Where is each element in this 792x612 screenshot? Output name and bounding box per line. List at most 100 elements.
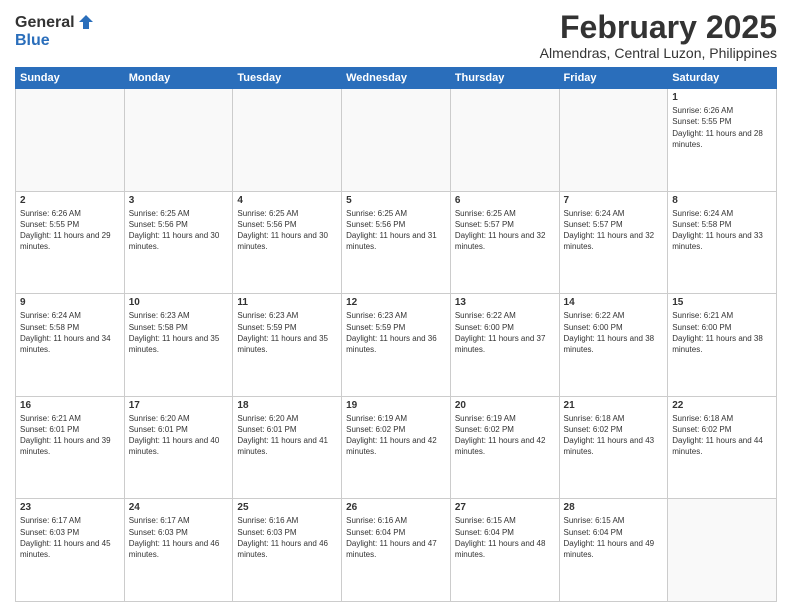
- table-row: 25 Sunrise: 6:16 AM Sunset: 6:03 PM Dayli…: [233, 499, 342, 602]
- table-row: 26Sunrise: 6:16 AM Sunset: 6:04 PM Dayli…: [342, 499, 451, 602]
- table-row: 19 Sunrise: 6:19 AM Sunset: 6:02 PM Dayli…: [342, 396, 451, 499]
- table-row: 4 Sunrise: 6:25 AM Sunset: 5:56 PM Daylig…: [233, 191, 342, 294]
- day-info: Sunrise: 6:24 AM Sunset: 5:58 PM Dayligh…: [672, 208, 772, 253]
- day-info: Sunrise: 6:20 AM Sunset: 6:01 PM Dayligh…: [129, 413, 229, 458]
- day-number: 19: [346, 400, 446, 411]
- day-number: 2: [20, 195, 120, 206]
- day-number: 11: [237, 297, 337, 308]
- logo-icon: [77, 13, 95, 31]
- day-info: Sunrise: 6:16 AM Sunset: 6:04 PM Dayligh…: [346, 515, 446, 560]
- table-row: 22 Sunrise: 6:18 AM Sunset: 6:02 PM Dayli…: [668, 396, 777, 499]
- table-row: [124, 89, 233, 192]
- table-row: 18Sunrise: 6:20 AM Sunset: 6:01 PM Dayli…: [233, 396, 342, 499]
- day-number: 16: [20, 400, 120, 411]
- day-info: Sunrise: 6:20 AM Sunset: 6:01 PM Dayligh…: [237, 413, 337, 458]
- table-row: 11 Sunrise: 6:23 AM Sunset: 5:59 PM Dayli…: [233, 294, 342, 397]
- table-row: 27 Sunrise: 6:15 AM Sunset: 6:04 PM Dayli…: [450, 499, 559, 602]
- day-number: 10: [129, 297, 229, 308]
- day-number: 25: [237, 502, 337, 513]
- header-tuesday: Tuesday: [233, 68, 342, 89]
- header-wednesday: Wednesday: [342, 68, 451, 89]
- table-row: [16, 89, 125, 192]
- table-row: 15 Sunrise: 6:21 AM Sunset: 6:00 PM Dayli…: [668, 294, 777, 397]
- day-number: 6: [455, 195, 555, 206]
- day-info: Sunrise: 6:15 AM Sunset: 6:04 PM Dayligh…: [564, 515, 664, 560]
- title-block: February 2025 Almendras, Central Luzon, …: [540, 10, 777, 61]
- day-info: Sunrise: 6:15 AM Sunset: 6:04 PM Dayligh…: [455, 515, 555, 560]
- day-number: 13: [455, 297, 555, 308]
- day-info: Sunrise: 6:19 AM Sunset: 6:02 PM Dayligh…: [346, 413, 446, 458]
- table-row: [450, 89, 559, 192]
- table-row: 8Sunrise: 6:24 AM Sunset: 5:58 PM Daylig…: [668, 191, 777, 294]
- table-row: 6Sunrise: 6:25 AM Sunset: 5:57 PM Daylig…: [450, 191, 559, 294]
- logo-general: General: [15, 14, 75, 32]
- day-number: 1: [672, 92, 772, 103]
- table-row: 3 Sunrise: 6:25 AM Sunset: 5:56 PM Daylig…: [124, 191, 233, 294]
- day-info: Sunrise: 6:17 AM Sunset: 6:03 PM Dayligh…: [129, 515, 229, 560]
- day-info: Sunrise: 6:19 AM Sunset: 6:02 PM Dayligh…: [455, 413, 555, 458]
- table-row: 24 Sunrise: 6:17 AM Sunset: 6:03 PM Dayli…: [124, 499, 233, 602]
- table-row: 23Sunrise: 6:17 AM Sunset: 6:03 PM Dayli…: [16, 499, 125, 602]
- table-row: 7Sunrise: 6:24 AM Sunset: 5:57 PM Daylig…: [559, 191, 668, 294]
- day-info: Sunrise: 6:25 AM Sunset: 5:56 PM Dayligh…: [237, 208, 337, 253]
- header-friday: Friday: [559, 68, 668, 89]
- table-row: 5Sunrise: 6:25 AM Sunset: 5:56 PM Daylig…: [342, 191, 451, 294]
- day-number: 9: [20, 297, 120, 308]
- day-info: Sunrise: 6:23 AM Sunset: 5:58 PM Dayligh…: [129, 310, 229, 355]
- day-number: 15: [672, 297, 772, 308]
- calendar-week-row: 23 Sunrise: 6:17 AM Sunset: 6:03 PM Dayli…: [16, 499, 777, 602]
- day-info: Sunrise: 6:22 AM Sunset: 6:00 PM Dayligh…: [564, 310, 664, 355]
- day-number: 23: [20, 502, 120, 513]
- calendar-week-row: 2Sunrise: 6:26 AM Sunset: 5:55 PM Daylig…: [16, 191, 777, 294]
- table-row: 28Sunrise: 6:15 AM Sunset: 6:04 PM Dayli…: [559, 499, 668, 602]
- table-row: 16 Sunrise: 6:21 AM Sunset: 6:01 PM Dayli…: [16, 396, 125, 499]
- day-number: 5: [346, 195, 446, 206]
- day-info: Sunrise: 6:23 AM Sunset: 5:59 PM Dayligh…: [346, 310, 446, 355]
- table-row: [559, 89, 668, 192]
- day-info: Sunrise: 6:25 AM Sunset: 5:56 PM Dayligh…: [129, 208, 229, 253]
- day-number: 17: [129, 400, 229, 411]
- calendar-week-row: 16 Sunrise: 6:21 AM Sunset: 6:01 PM Dayli…: [16, 396, 777, 499]
- day-number: 14: [564, 297, 664, 308]
- day-info: Sunrise: 6:24 AM Sunset: 5:57 PM Dayligh…: [564, 208, 664, 253]
- logo-text: General Blue: [15, 14, 95, 49]
- calendar-week-row: 9 Sunrise: 6:24 AM Sunset: 5:58 PM Daylig…: [16, 294, 777, 397]
- day-number: 21: [564, 400, 664, 411]
- day-info: Sunrise: 6:24 AM Sunset: 5:58 PM Dayligh…: [20, 310, 120, 355]
- table-row: 17 Sunrise: 6:20 AM Sunset: 6:01 PM Dayli…: [124, 396, 233, 499]
- day-number: 24: [129, 502, 229, 513]
- day-info: Sunrise: 6:21 AM Sunset: 6:01 PM Dayligh…: [20, 413, 120, 458]
- header: General Blue February 2025 Almendras, Ce…: [15, 10, 777, 61]
- day-number: 22: [672, 400, 772, 411]
- table-row: [342, 89, 451, 192]
- page: General Blue February 2025 Almendras, Ce…: [0, 0, 792, 612]
- day-info: Sunrise: 6:18 AM Sunset: 6:02 PM Dayligh…: [672, 413, 772, 458]
- day-number: 3: [129, 195, 229, 206]
- day-info: Sunrise: 6:26 AM Sunset: 5:55 PM Dayligh…: [672, 105, 772, 150]
- day-info: Sunrise: 6:18 AM Sunset: 6:02 PM Dayligh…: [564, 413, 664, 458]
- table-row: [233, 89, 342, 192]
- logo: General Blue: [15, 14, 95, 49]
- calendar-week-row: 1 Sunrise: 6:26 AM Sunset: 5:55 PM Daylig…: [16, 89, 777, 192]
- day-number: 20: [455, 400, 555, 411]
- logo-blue: Blue: [15, 32, 95, 50]
- subtitle: Almendras, Central Luzon, Philippines: [540, 45, 777, 61]
- day-info: Sunrise: 6:22 AM Sunset: 6:00 PM Dayligh…: [455, 310, 555, 355]
- day-info: Sunrise: 6:16 AM Sunset: 6:03 PM Dayligh…: [237, 515, 337, 560]
- table-row: 12Sunrise: 6:23 AM Sunset: 5:59 PM Dayli…: [342, 294, 451, 397]
- table-row: 14 Sunrise: 6:22 AM Sunset: 6:00 PM Dayli…: [559, 294, 668, 397]
- day-number: 4: [237, 195, 337, 206]
- calendar: Sunday Monday Tuesday Wednesday Thursday…: [15, 67, 777, 602]
- table-row: 2Sunrise: 6:26 AM Sunset: 5:55 PM Daylig…: [16, 191, 125, 294]
- table-row: 13 Sunrise: 6:22 AM Sunset: 6:00 PM Dayli…: [450, 294, 559, 397]
- table-row: 1 Sunrise: 6:26 AM Sunset: 5:55 PM Daylig…: [668, 89, 777, 192]
- calendar-header-row: Sunday Monday Tuesday Wednesday Thursday…: [16, 68, 777, 89]
- day-info: Sunrise: 6:23 AM Sunset: 5:59 PM Dayligh…: [237, 310, 337, 355]
- header-monday: Monday: [124, 68, 233, 89]
- table-row: 20 Sunrise: 6:19 AM Sunset: 6:02 PM Dayli…: [450, 396, 559, 499]
- month-title: February 2025: [540, 10, 777, 45]
- day-number: 27: [455, 502, 555, 513]
- header-saturday: Saturday: [668, 68, 777, 89]
- header-thursday: Thursday: [450, 68, 559, 89]
- day-info: Sunrise: 6:21 AM Sunset: 6:00 PM Dayligh…: [672, 310, 772, 355]
